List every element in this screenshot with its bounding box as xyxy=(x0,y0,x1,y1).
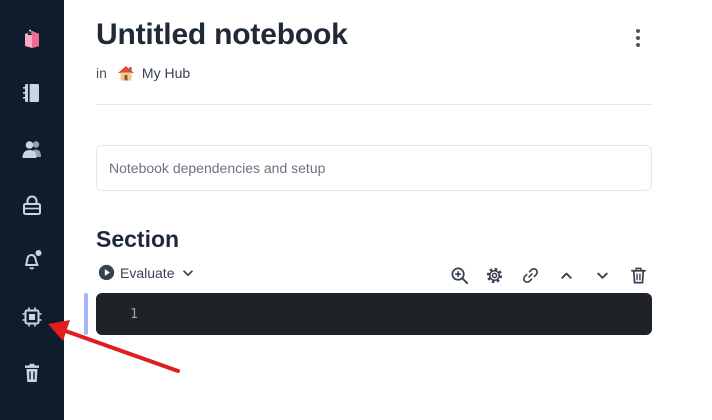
notifications-icon xyxy=(25,250,42,270)
sidebar-item-notebooks[interactable] xyxy=(14,75,50,111)
delete-cell-button[interactable] xyxy=(627,264,649,286)
notebook-icon xyxy=(23,84,39,102)
zoom-in-button[interactable] xyxy=(448,264,470,286)
settings-icon xyxy=(486,267,502,283)
chevron-down-icon xyxy=(596,272,608,279)
house-icon xyxy=(117,66,134,81)
sidebar xyxy=(0,0,64,420)
trash-icon xyxy=(630,267,646,283)
lock-icon xyxy=(23,195,41,215)
chevron-down-icon xyxy=(183,269,194,276)
notebook-main: Untitled notebook in My Hub Notebook dep… xyxy=(64,0,712,420)
logo-icon xyxy=(25,28,39,48)
move-cell-down-button[interactable] xyxy=(591,264,613,286)
sidebar-item-trash[interactable] xyxy=(14,355,50,391)
line-number: 1 xyxy=(130,306,138,322)
chevron-up-icon xyxy=(560,272,572,279)
dependencies-setup-field[interactable]: Notebook dependencies and setup xyxy=(96,145,652,191)
cell-settings-button[interactable] xyxy=(483,264,505,286)
notebook-title[interactable]: Untitled notebook xyxy=(96,18,348,52)
cell-focus-indicator xyxy=(84,293,88,335)
header-divider xyxy=(96,104,652,105)
evaluate-label: Evaluate xyxy=(120,264,175,281)
code-editor[interactable]: 1 xyxy=(96,293,652,335)
more-dot xyxy=(636,43,640,47)
evaluate-button[interactable]: Evaluate xyxy=(98,264,195,281)
move-cell-up-button[interactable] xyxy=(555,264,577,286)
cpu-icon xyxy=(22,307,42,327)
users-icon xyxy=(22,141,41,158)
zoom-in-icon xyxy=(451,267,468,284)
cell-toolbar: Evaluate xyxy=(96,262,652,288)
more-dot xyxy=(636,29,640,33)
trash-icon xyxy=(25,363,39,382)
sidebar-logo[interactable] xyxy=(14,20,50,56)
hub-name: My Hub xyxy=(141,65,191,81)
more-options-button[interactable] xyxy=(628,24,648,52)
link-icon xyxy=(522,267,538,283)
sidebar-item-notifications[interactable] xyxy=(14,242,50,278)
location-prefix: in xyxy=(96,65,107,81)
sidebar-item-runtime[interactable] xyxy=(14,299,50,335)
section-title[interactable]: Section xyxy=(96,226,179,253)
notebook-location: in My Hub xyxy=(96,63,190,83)
cell-link-button[interactable] xyxy=(519,264,541,286)
sidebar-item-secrets[interactable] xyxy=(14,187,50,223)
sidebar-item-users[interactable] xyxy=(14,131,50,167)
hub-link[interactable]: My Hub xyxy=(116,63,190,83)
more-dot xyxy=(636,36,640,40)
play-icon xyxy=(98,264,115,281)
